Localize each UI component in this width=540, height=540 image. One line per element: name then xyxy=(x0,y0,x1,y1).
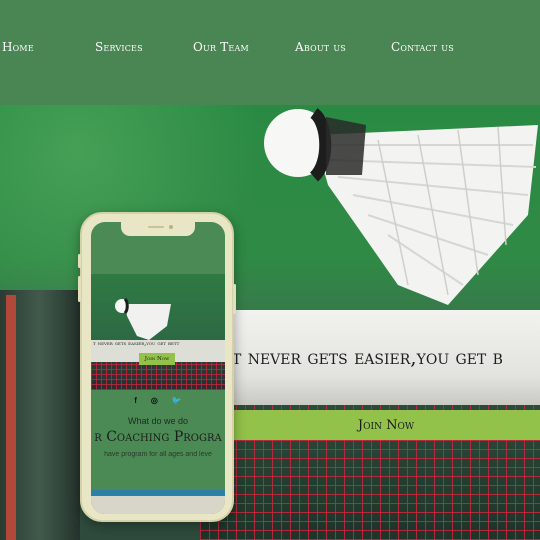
phone-power-button xyxy=(233,284,236,314)
mobile-footer-strip xyxy=(91,490,225,514)
shuttlecock-image xyxy=(264,108,538,305)
mobile-shuttlecock-image xyxy=(115,297,171,340)
nav-services[interactable]: Services xyxy=(95,40,143,54)
nav-our-team[interactable]: Our Team xyxy=(193,40,249,54)
camera-icon xyxy=(169,225,173,229)
what-we-do-label: What do we do xyxy=(127,416,189,426)
phone-screen: t never gets easier,you get bett Join No… xyxy=(91,222,225,514)
mobile-hero: t never gets easier,you get bett Join No… xyxy=(91,274,225,390)
instagram-icon[interactable]: ◎ xyxy=(151,396,158,405)
phone-volume-button xyxy=(78,276,81,302)
mobile-net-mesh xyxy=(91,362,225,390)
coaching-programs-heading: r Coaching Progra xyxy=(94,429,222,445)
coaching-programs-subtext: have program for all ages and leve xyxy=(104,451,212,458)
hero-headline: t never gets easier,you get b xyxy=(232,345,503,369)
nav-contact-us[interactable]: Contact us xyxy=(391,40,454,54)
phone-notch xyxy=(121,222,195,236)
nav-home[interactable]: Home xyxy=(2,40,34,54)
social-links: f ◎ 🐦 xyxy=(91,396,225,405)
phone-mockup: t never gets easier,you get bett Join No… xyxy=(78,212,236,522)
join-now-button[interactable]: Join Now xyxy=(232,410,540,440)
phone-side-button xyxy=(78,254,81,268)
twitter-icon[interactable]: 🐦 xyxy=(172,396,182,405)
top-nav: Home Services Our Team About us Contact … xyxy=(0,0,540,105)
mobile-hero-headline: t never gets easier,you get bett xyxy=(93,340,180,347)
speaker-grille xyxy=(148,226,164,228)
net-post-strap xyxy=(6,295,16,540)
facebook-icon[interactable]: f xyxy=(134,396,137,405)
nav-about-us[interactable]: About us xyxy=(295,40,346,54)
mobile-join-now-button[interactable]: Join Now xyxy=(139,353,175,365)
